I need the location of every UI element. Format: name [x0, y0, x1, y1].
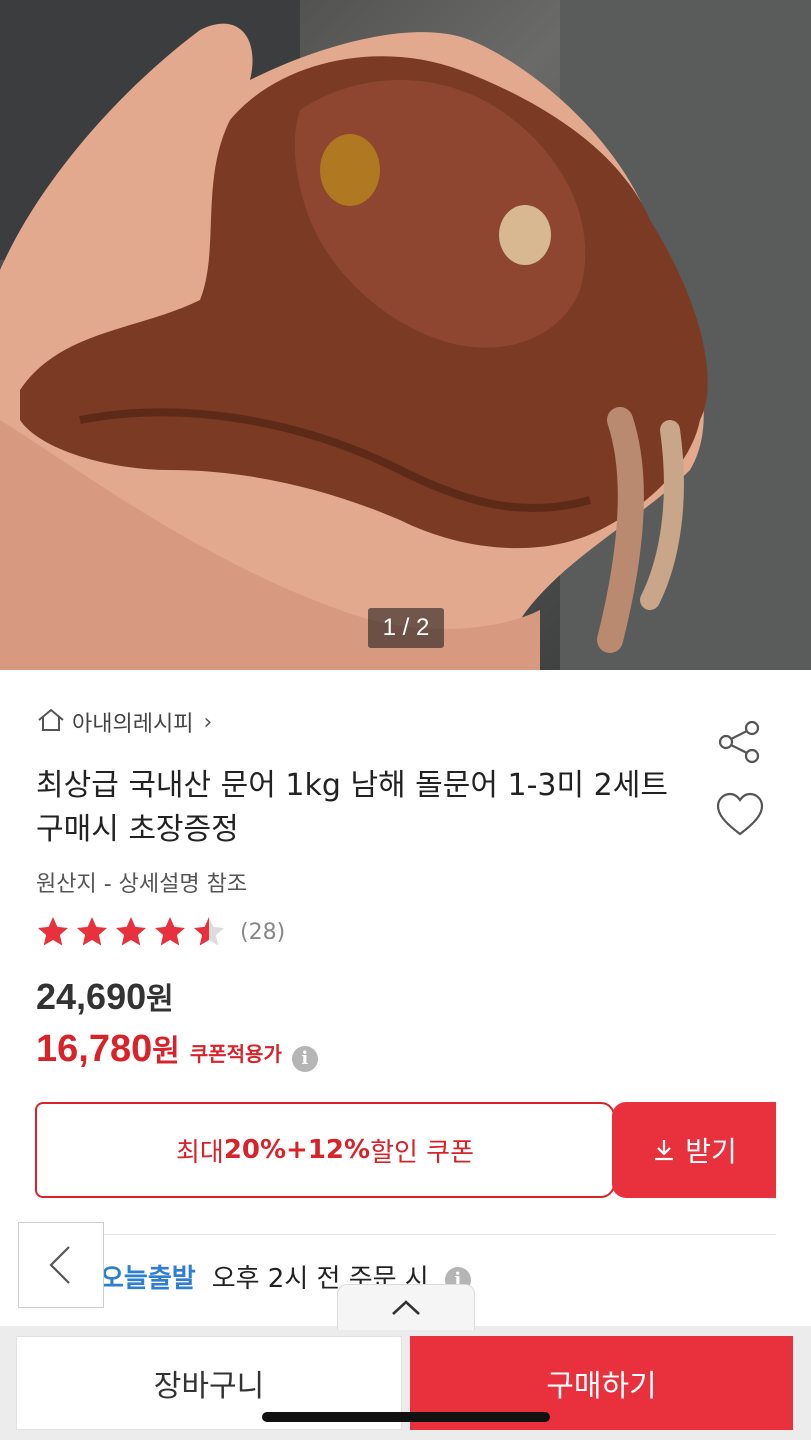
coupon-download-button[interactable]: 받기 [612, 1102, 776, 1198]
coupon-discount: 20%+12% [223, 1135, 371, 1165]
expand-options-button[interactable] [337, 1284, 475, 1330]
rating-stars [34, 914, 228, 950]
original-price-value: 24,690 [36, 976, 147, 1017]
original-price-unit: 원 [146, 983, 174, 1016]
share-button[interactable] [714, 716, 766, 768]
delivery-tag: 오늘출발 [100, 1264, 196, 1294]
coupon-banner[interactable]: 최대 20%+12% 할인 쿠폰 [35, 1102, 615, 1198]
star-icon [77, 917, 107, 946]
coupon-suffix: 할인 쿠폰 [370, 1137, 475, 1168]
chevron-left-icon [49, 1246, 70, 1284]
coupon-download-label: 받기 [685, 1135, 737, 1168]
divider [36, 1234, 776, 1235]
download-icon [655, 1140, 674, 1161]
rating-count: (28) [240, 919, 286, 945]
home-icon [36, 707, 66, 737]
info-icon[interactable]: i [291, 1046, 318, 1072]
back-button[interactable] [18, 1222, 104, 1308]
product-title: 최상급 국내산 문어 1kg 남해 돌문어 1-3미 2세트 구매시 초장증정 [36, 768, 668, 847]
share-icon [718, 720, 760, 764]
store-name: 아내의레시피 [72, 712, 194, 737]
star-icon [116, 917, 146, 946]
star-icon [155, 917, 185, 946]
product-origin: 원산지 - 상세설명 참조 [36, 872, 248, 897]
store-link[interactable]: 아내의레시피 › [36, 704, 212, 740]
heart-icon [716, 792, 764, 836]
sale-price: 16,780원 쿠폰적용가 i [36, 1026, 318, 1072]
image-counter: 1 / 2 [368, 608, 444, 648]
coupon-prefix: 최대 [175, 1137, 224, 1168]
home-indicator [262, 1412, 550, 1422]
wishlist-button[interactable] [714, 790, 766, 842]
chevron-right-icon: › [203, 709, 213, 735]
star-icon [38, 917, 68, 946]
octopus-photo [0, 0, 811, 670]
sale-price-label: 쿠폰적용가 [189, 1042, 282, 1066]
sale-price-unit: 원 [152, 1034, 180, 1069]
product-image[interactable]: 1 / 2 [0, 0, 811, 670]
rating[interactable]: (28) [34, 912, 285, 952]
star-half-icon [194, 917, 224, 946]
chevron-up-icon [392, 1299, 420, 1315]
original-price: 24,690원 [36, 974, 174, 1018]
sale-price-value: 16,780 [36, 1028, 153, 1070]
